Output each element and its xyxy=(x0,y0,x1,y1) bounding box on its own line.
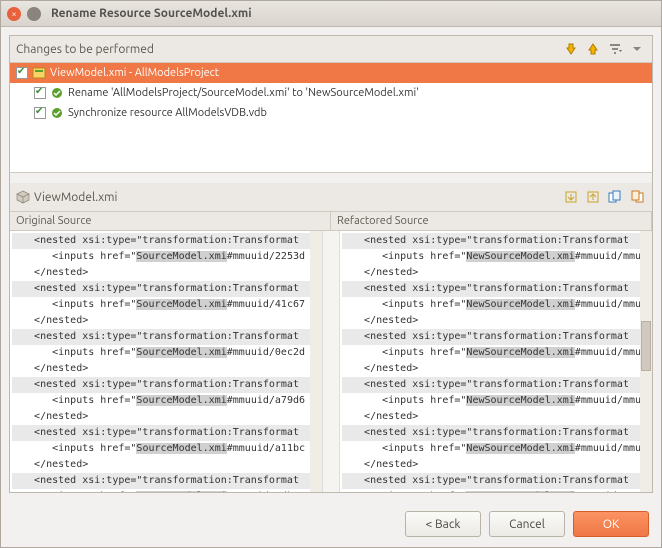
compare-prev-diff-icon[interactable] xyxy=(584,188,602,206)
tree-item-sync[interactable]: Synchronize resource AllModelsVDB.vdb xyxy=(10,103,652,123)
window-title: Rename Resource SourceModel.xmi xyxy=(51,7,252,20)
right-source-pane[interactable]: <nested xsi:type="transformation:Transfo… xyxy=(340,231,652,492)
scrollbar[interactable] xyxy=(640,231,652,492)
main-panel: Changes to be performed ViewModel.xmi - … xyxy=(9,35,653,493)
copy-right-icon[interactable] xyxy=(628,188,646,206)
cancel-button[interactable]: Cancel xyxy=(489,511,565,537)
preview-file-bar: ViewModel.xmi xyxy=(10,183,652,212)
copy-left-icon[interactable] xyxy=(606,188,624,206)
compare-headers: Original Source Refactored Source xyxy=(10,212,652,231)
window-control-icon[interactable] xyxy=(27,7,41,21)
left-source-pane[interactable]: <nested xsi:type="transformation:Transfo… xyxy=(10,231,322,492)
tree-item-label: ViewModel.xmi - AllModelsProject xyxy=(50,67,219,79)
checkbox-icon[interactable] xyxy=(16,67,28,79)
ok-button[interactable]: OK xyxy=(573,511,649,537)
sync-icon xyxy=(50,106,64,120)
tree-item-label: Rename 'AllModelsProject/SourceModel.xmi… xyxy=(68,87,419,99)
left-pane-header: Original Source xyxy=(10,212,331,230)
next-change-icon[interactable] xyxy=(562,40,580,58)
model-file-icon xyxy=(32,66,46,80)
cube-icon xyxy=(16,190,30,204)
right-pane-header: Refactored Source xyxy=(331,212,652,230)
compare-next-diff-icon[interactable] xyxy=(562,188,580,206)
dialog-footer: < Back Cancel OK xyxy=(1,501,661,547)
titlebar: × Rename Resource SourceModel.xmi xyxy=(1,1,661,27)
window-close-icon[interactable]: × xyxy=(7,7,21,21)
preview-file-label: ViewModel.xmi xyxy=(34,191,558,204)
tree-item-viewmodel[interactable]: ViewModel.xmi - AllModelsProject xyxy=(10,63,652,83)
back-button[interactable]: < Back xyxy=(405,511,481,537)
scrollbar[interactable] xyxy=(310,231,322,492)
changes-tree[interactable]: ViewModel.xmi - AllModelsProject Rename … xyxy=(10,63,652,173)
prev-change-icon[interactable] xyxy=(584,40,602,58)
checkbox-icon[interactable] xyxy=(34,107,46,119)
compare-body: <nested xsi:type="transformation:Transfo… xyxy=(10,231,652,492)
menu-dropdown-icon[interactable] xyxy=(628,40,646,58)
checkbox-icon[interactable] xyxy=(34,87,46,99)
rename-icon xyxy=(50,86,64,100)
filter-icon[interactable] xyxy=(606,40,624,58)
tree-item-label: Synchronize resource AllModelsVDB.vdb xyxy=(68,107,267,119)
changes-header-label: Changes to be performed xyxy=(16,43,558,56)
changes-header: Changes to be performed xyxy=(10,36,652,63)
tree-item-rename[interactable]: Rename 'AllModelsProject/SourceModel.xmi… xyxy=(10,83,652,103)
scroll-thumb[interactable] xyxy=(641,321,651,371)
compare-gutter xyxy=(322,231,340,492)
